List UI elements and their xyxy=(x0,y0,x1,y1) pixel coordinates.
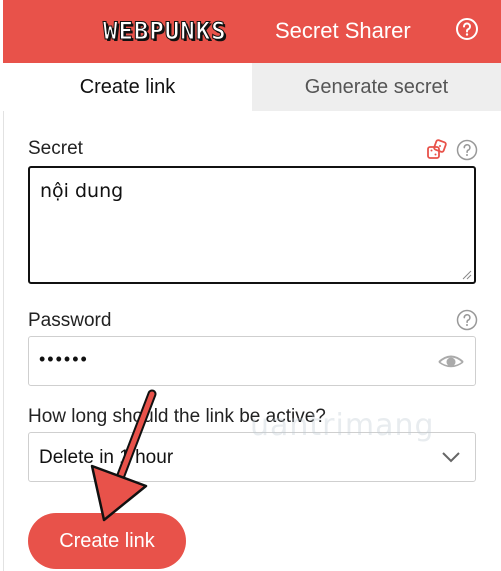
secret-label: Secret xyxy=(28,138,83,159)
dice-icon[interactable] xyxy=(426,139,448,161)
secret-help-icon[interactable] xyxy=(456,139,478,161)
password-help-icon[interactable] xyxy=(456,309,478,331)
chevron-down-icon xyxy=(442,452,460,463)
app-header: WEBPUNKS Secret Sharer xyxy=(3,0,501,63)
logo-text: WEBPUNKS xyxy=(103,17,227,46)
app-title: Secret Sharer xyxy=(275,18,411,43)
password-field[interactable]: •••••• xyxy=(28,336,476,386)
tab-generate-secret[interactable]: Generate secret xyxy=(252,63,501,111)
secret-textarea[interactable]: nội dung xyxy=(28,166,476,284)
tab-bar: Create link Generate secret xyxy=(3,63,501,111)
password-label: Password xyxy=(28,310,112,331)
expiry-selected-value: Delete in 1 hour xyxy=(39,447,174,468)
webpunks-logo: WEBPUNKS xyxy=(103,17,227,46)
secret-value: nội dung xyxy=(40,180,124,202)
resize-grip-icon[interactable] xyxy=(460,268,472,280)
eye-icon[interactable] xyxy=(437,349,465,373)
expiry-label: How long should the link be active? xyxy=(28,406,326,427)
create-link-button[interactable]: Create link xyxy=(28,513,186,569)
tab-create-link[interactable]: Create link xyxy=(3,63,252,111)
expiry-select[interactable]: Delete in 1 hour xyxy=(28,432,476,482)
password-value: •••••• xyxy=(39,349,89,369)
question-circle-icon[interactable] xyxy=(455,17,479,41)
